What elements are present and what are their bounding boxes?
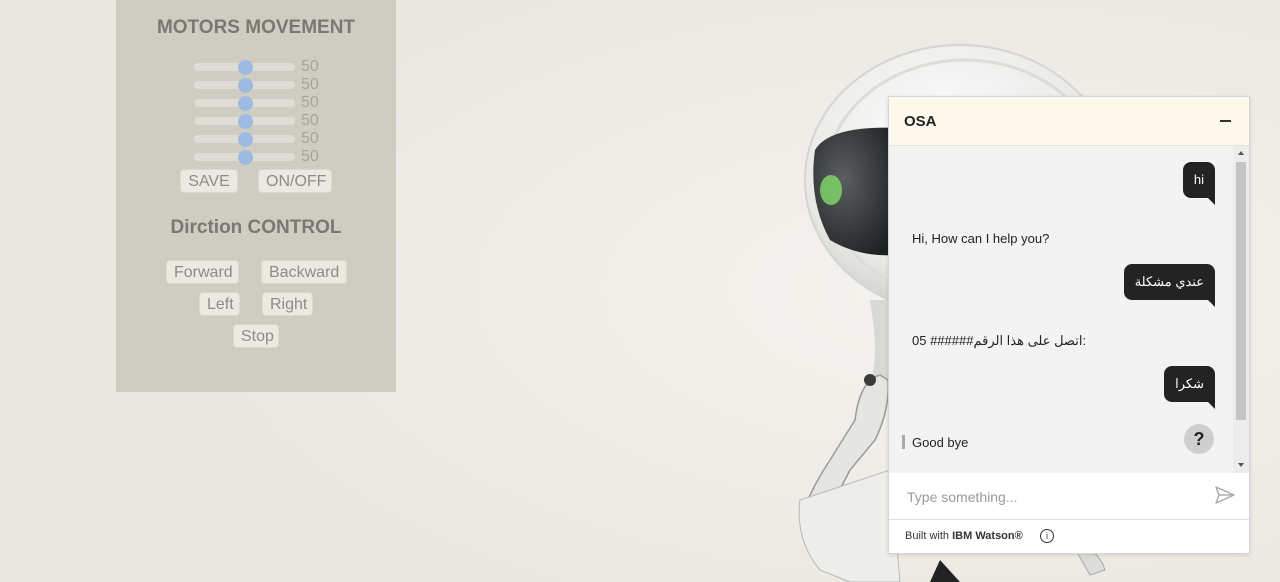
slider-thumb[interactable] [237,78,253,93]
scroll-down-arrow-icon[interactable] [1238,463,1244,467]
forward-button[interactable]: Forward [166,260,239,284]
chat-scrollbar[interactable] [1233,146,1249,473]
left-button[interactable]: Left [199,292,240,316]
info-icon[interactable]: i [1040,529,1054,543]
slider-thumb[interactable] [237,132,253,147]
slider-value: 50 [301,94,319,111]
bot-message: Good bye [912,435,969,450]
footer-brand: IBM Watson® [952,530,1023,542]
chat-messages: hi Hi, How can I help you? عندي مشكلة 05… [889,145,1233,473]
slider-value: 50 [301,148,319,165]
slider-thumb[interactable] [237,150,253,165]
user-message: عندي مشكلة [1123,264,1216,307]
slider-thumb[interactable] [237,60,253,75]
control-panel: MOTORS MOVEMENT 50 50 50 50 50 50 SAVE ON/OFF… [116,0,396,392]
bot-message: Hi, How can I help you? [912,231,1050,246]
slider-thumb[interactable] [237,96,253,111]
motor-slider[interactable]: 50 [194,148,334,166]
minimize-icon[interactable] [1220,120,1231,122]
chat-widget: OSA hi Hi, How can I help you? عندي مشكل… [888,96,1250,554]
send-icon[interactable] [1215,486,1235,504]
slider-value: 50 [301,58,319,75]
motor-slider[interactable]: 50 [194,94,334,112]
chat-header: OSA [889,97,1249,146]
chat-message-input[interactable] [905,485,1199,509]
right-button[interactable]: Right [262,292,313,316]
message-indicator-bar [902,435,905,449]
motor-slider[interactable]: 50 [194,130,334,148]
slider-value: 50 [301,130,319,147]
motor-slider[interactable]: 50 [194,58,334,76]
motor-slider[interactable]: 50 [194,76,334,94]
slider-thumb[interactable] [237,114,253,129]
chat-input-area [889,473,1249,520]
chat-title: OSA [904,113,937,130]
direction-control-title: Dirction CONTROL [170,217,342,238]
slider-value: 50 [301,76,319,93]
bot-message: 05 ######اتصل على هذا الرقم: [912,333,1087,348]
on-off-button[interactable]: ON/OFF [258,169,332,193]
slider-value: 50 [301,112,319,129]
backward-button[interactable]: Backward [261,260,347,284]
user-message: hi [1182,162,1216,205]
motor-slider[interactable]: 50 [194,112,334,130]
help-icon[interactable]: ? [1184,424,1214,454]
user-message: شكرا [1164,366,1215,409]
stop-button[interactable]: Stop [233,324,279,348]
motors-movement-title: MOTORS MOVEMENT [156,17,356,38]
built-with-text: Built with IBM Watson® [905,530,1023,542]
chat-footer: Built with IBM Watson® i [889,520,1249,553]
scroll-thumb[interactable] [1236,162,1246,420]
scroll-up-arrow-icon[interactable] [1238,151,1244,155]
footer-prefix: Built with [905,530,950,542]
save-button[interactable]: SAVE [180,169,238,193]
